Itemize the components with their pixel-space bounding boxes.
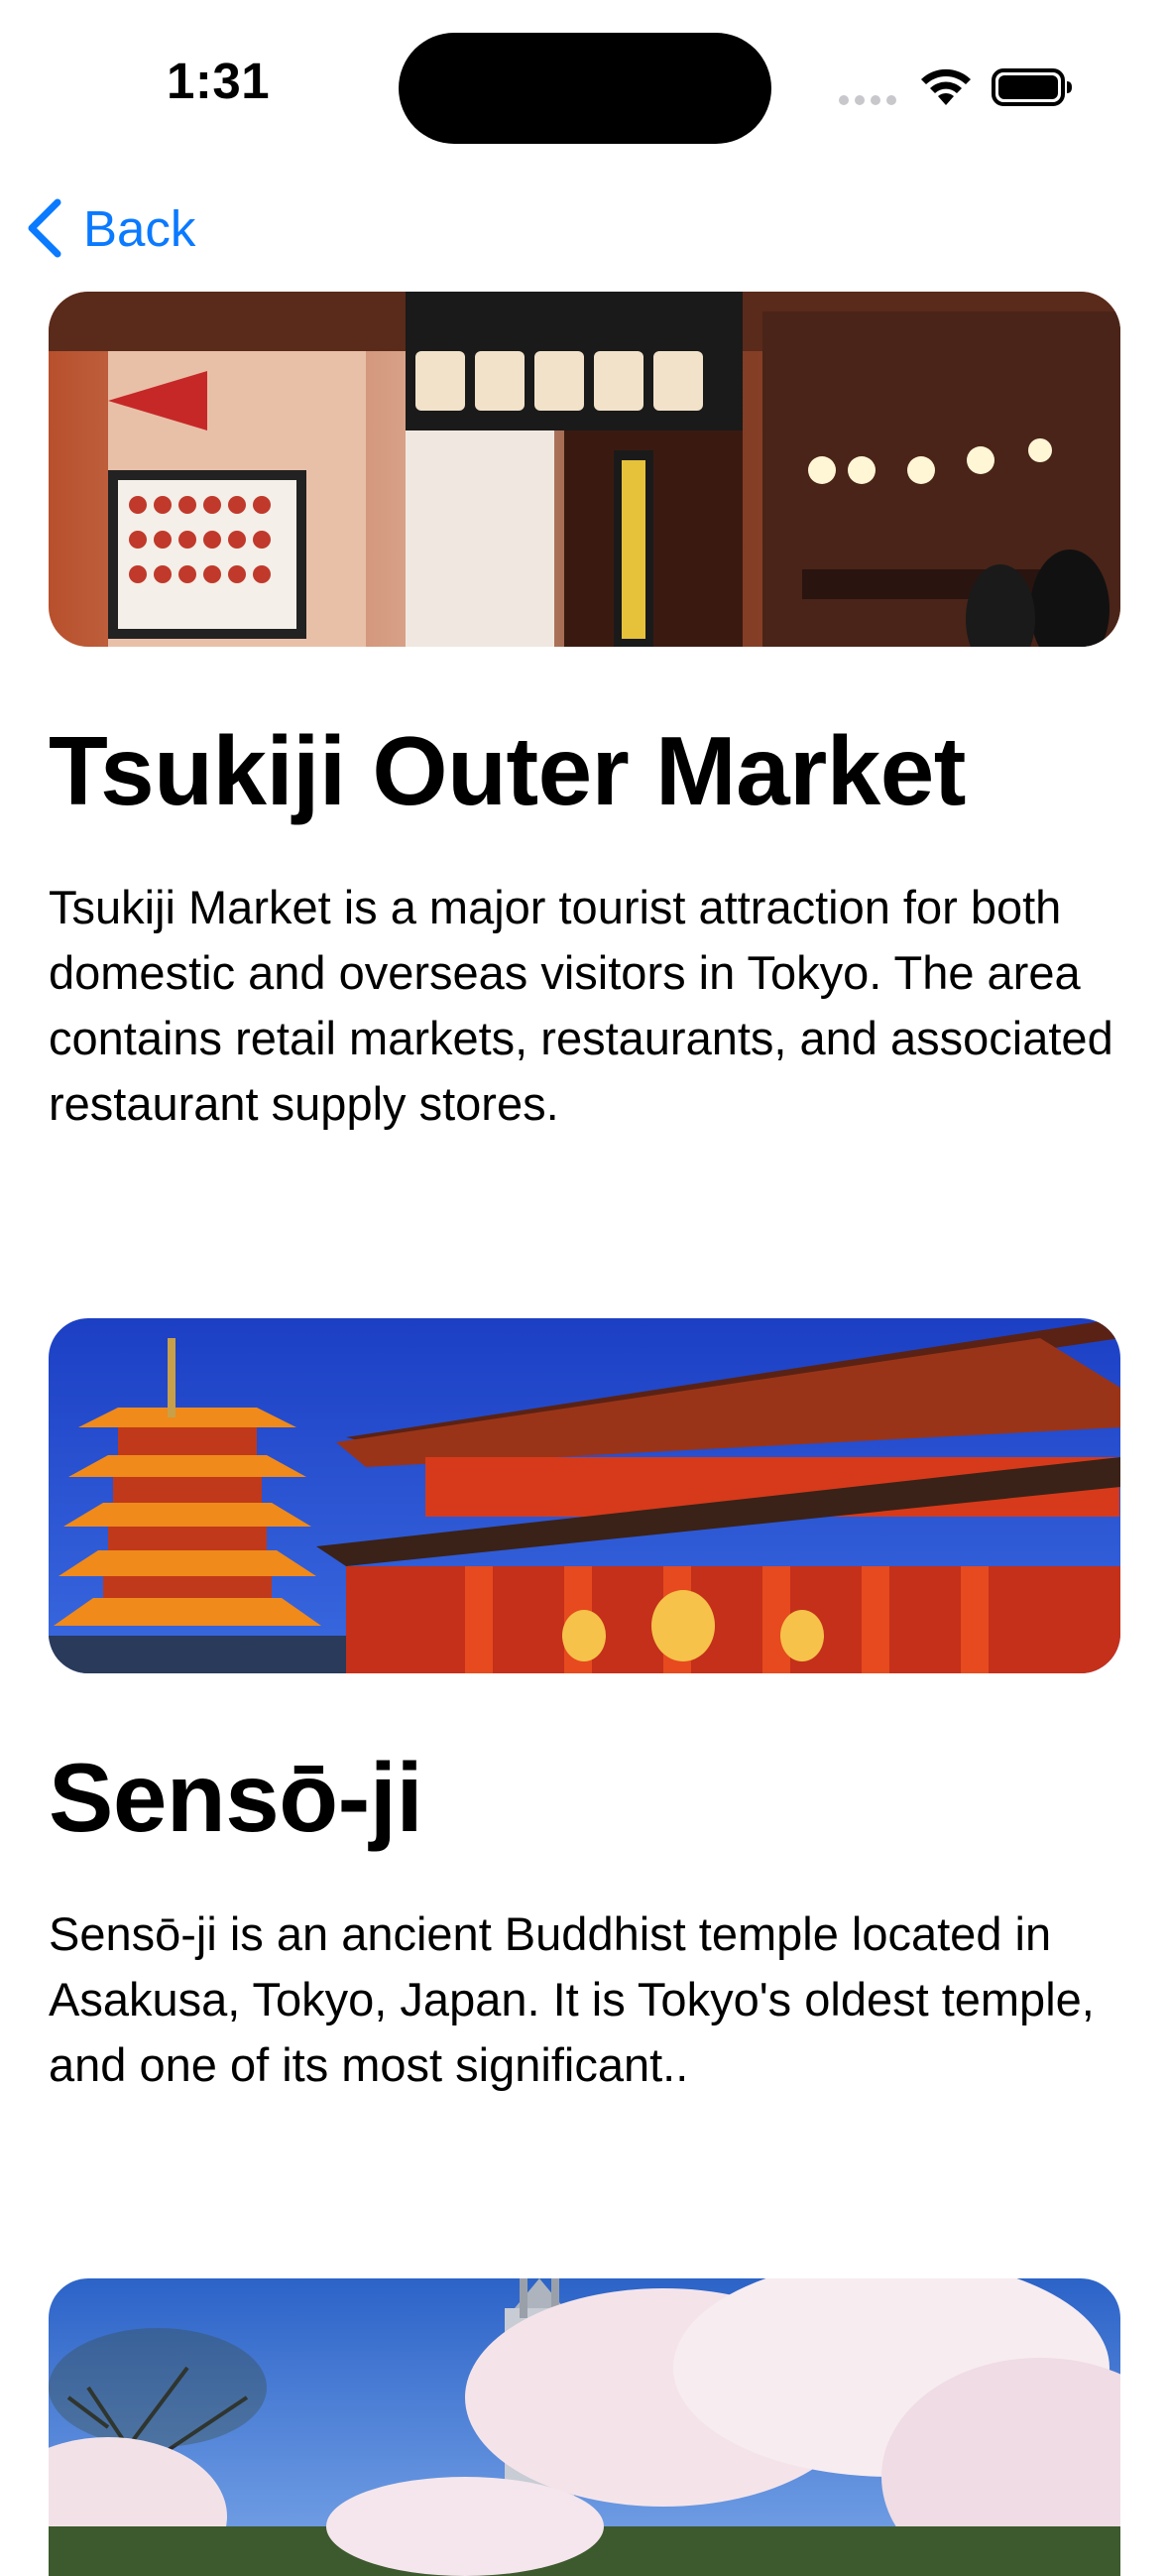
- place-photo: [49, 292, 1120, 647]
- place-description: Sensō-ji is an ancient Buddhist temple l…: [49, 1907, 1095, 2091]
- wifi-icon: [921, 68, 971, 105]
- place-description: Tsukiji Market is a major tourist attrac…: [49, 881, 1113, 1130]
- back-label: Back: [83, 199, 196, 257]
- dynamic-island: [399, 33, 771, 144]
- status-time: 1:31: [167, 53, 271, 109]
- place-card-tsukiji[interactable]: Tsukiji Outer Market Tsukiji Market is a…: [49, 292, 1120, 1137]
- status-bar: 1:31: [0, 0, 1169, 169]
- place-photo: [49, 2278, 1120, 2576]
- place-card-sensoji[interactable]: Sensō-ji Sensō-ji is an ancient Buddhist…: [49, 1318, 1120, 2098]
- place-card-shinjuku-gyoen[interactable]: [49, 2278, 1120, 2576]
- place-title: Sensō-ji: [49, 1743, 423, 1852]
- status-icons: [838, 61, 1076, 111]
- battery-icon: [992, 68, 1072, 106]
- chevron-left-icon: [28, 198, 61, 258]
- place-photo: [49, 1318, 1120, 1673]
- back-button[interactable]: Back: [24, 190, 195, 266]
- cellular-signal-icon: [839, 95, 896, 105]
- place-title: Tsukiji Outer Market: [49, 716, 966, 825]
